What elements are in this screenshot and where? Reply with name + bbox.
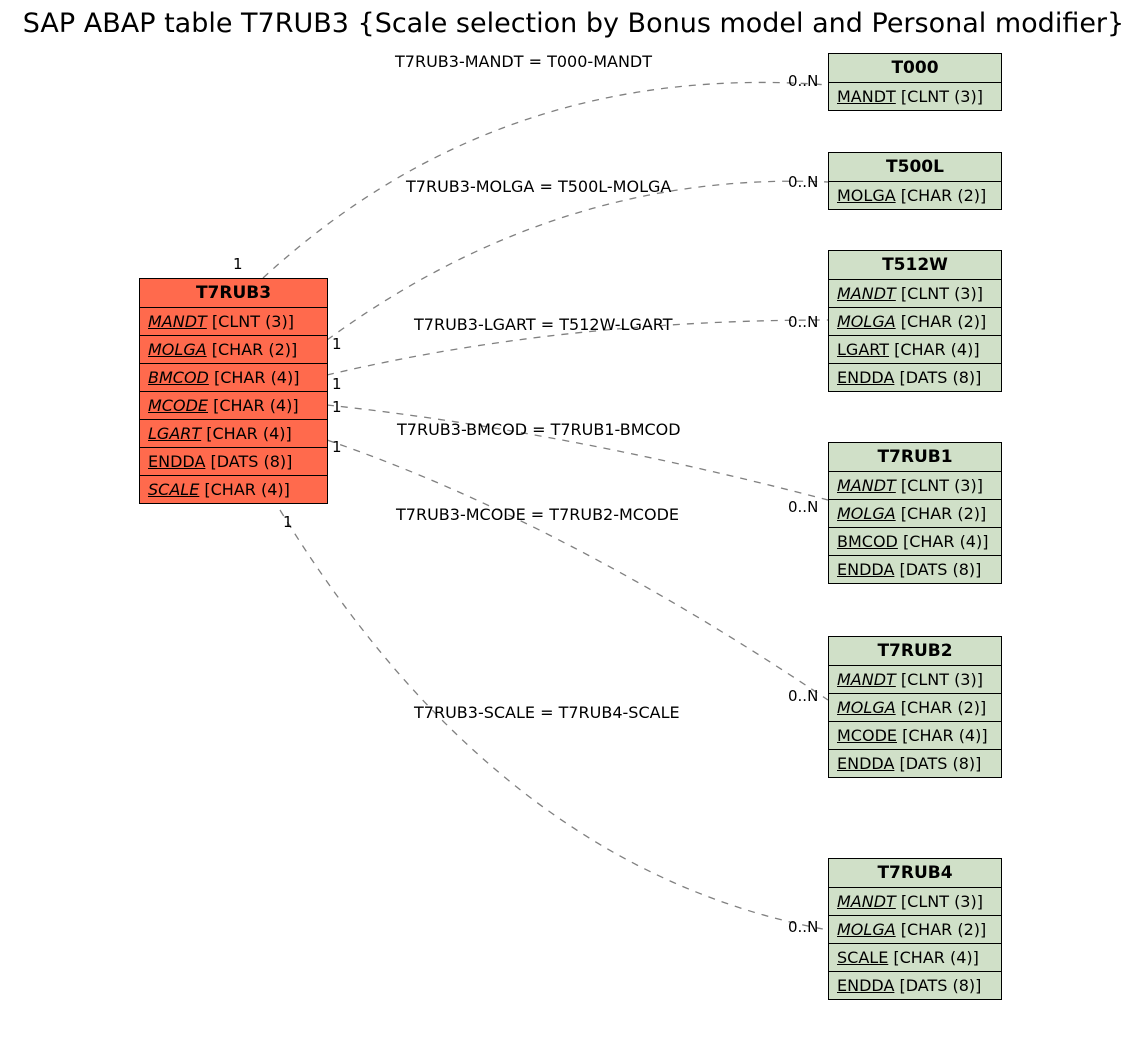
field-row: BMCOD [CHAR (4)]	[829, 528, 1001, 556]
entity-header: T7RUB1	[829, 443, 1001, 472]
entity-header: T500L	[829, 153, 1001, 182]
edge-label-mandt: T7RUB3-MANDT = T000-MANDT	[395, 52, 652, 71]
field-row: ENDDA [DATS (8)]	[829, 972, 1001, 999]
entity-header: T7RUB4	[829, 859, 1001, 888]
edge-label-scale: T7RUB3-SCALE = T7RUB4-SCALE	[414, 703, 680, 722]
field-row: MANDT [CLNT (3)]	[829, 888, 1001, 916]
entity-t512w: T512W MANDT [CLNT (3)] MOLGA [CHAR (2)] …	[828, 250, 1002, 392]
field-row: MANDT [CLNT (3)]	[140, 308, 327, 336]
card-left-4: 1	[332, 438, 342, 456]
entity-t7rub1: T7RUB1 MANDT [CLNT (3)] MOLGA [CHAR (2)]…	[828, 442, 1002, 584]
entity-t7rub3: T7RUB3 MANDT [CLNT (3)] MOLGA [CHAR (2)]…	[139, 278, 328, 504]
entity-header: T7RUB3	[140, 279, 327, 308]
field-row: LGART [CHAR (4)]	[829, 336, 1001, 364]
card-left-0: 1	[233, 255, 243, 273]
card-right-0: 0..N	[788, 72, 818, 90]
edge-label-lgart: T7RUB3-LGART = T512W-LGART	[414, 315, 673, 334]
entity-t500l: T500L MOLGA [CHAR (2)]	[828, 152, 1002, 210]
field-row: MOLGA [CHAR (2)]	[140, 336, 327, 364]
field-row: SCALE [CHAR (4)]	[829, 944, 1001, 972]
entity-t7rub2: T7RUB2 MANDT [CLNT (3)] MOLGA [CHAR (2)]…	[828, 636, 1002, 778]
field-row: MANDT [CLNT (3)]	[829, 472, 1001, 500]
field-row: MOLGA [CHAR (2)]	[829, 500, 1001, 528]
field-row: ENDDA [DATS (8)]	[829, 750, 1001, 777]
entity-t7rub4: T7RUB4 MANDT [CLNT (3)] MOLGA [CHAR (2)]…	[828, 858, 1002, 1000]
field-row: MCODE [CHAR (4)]	[829, 722, 1001, 750]
field-row: BMCOD [CHAR (4)]	[140, 364, 327, 392]
card-right-2: 0..N	[788, 313, 818, 331]
card-left-3: 1	[332, 398, 342, 416]
card-left-2: 1	[332, 375, 342, 393]
card-right-4: 0..N	[788, 498, 818, 516]
edge-label-bmcod: T7RUB3-BMCOD = T7RUB1-BMCOD	[397, 420, 681, 439]
field-row: MOLGA [CHAR (2)]	[829, 916, 1001, 944]
card-left-5: 1	[283, 513, 293, 531]
field-row: MOLGA [CHAR (2)]	[829, 182, 1001, 209]
field-row: MANDT [CLNT (3)]	[829, 666, 1001, 694]
field-row: MANDT [CLNT (3)]	[829, 280, 1001, 308]
edge-label-mcode: T7RUB3-MCODE = T7RUB2-MCODE	[396, 505, 679, 524]
field-row: MANDT [CLNT (3)]	[829, 83, 1001, 110]
field-row: MOLGA [CHAR (2)]	[829, 694, 1001, 722]
field-row: MCODE [CHAR (4)]	[140, 392, 327, 420]
entity-t000: T000 MANDT [CLNT (3)]	[828, 53, 1002, 111]
edge-label-molga: T7RUB3-MOLGA = T500L-MOLGA	[406, 177, 671, 196]
entity-header: T7RUB2	[829, 637, 1001, 666]
field-row: ENDDA [DATS (8)]	[140, 448, 327, 476]
card-right-5: 0..N	[788, 918, 818, 936]
entity-header: T000	[829, 54, 1001, 83]
card-left-1: 1	[332, 335, 342, 353]
field-row: ENDDA [DATS (8)]	[829, 364, 1001, 391]
entity-header: T512W	[829, 251, 1001, 280]
card-right-1: 0..N	[788, 173, 818, 191]
card-right-5a: 0..N	[788, 687, 818, 705]
page-title: SAP ABAP table T7RUB3 {Scale selection b…	[0, 8, 1147, 39]
field-row: MOLGA [CHAR (2)]	[829, 308, 1001, 336]
field-row: LGART [CHAR (4)]	[140, 420, 327, 448]
field-row: SCALE [CHAR (4)]	[140, 476, 327, 503]
field-row: ENDDA [DATS (8)]	[829, 556, 1001, 583]
